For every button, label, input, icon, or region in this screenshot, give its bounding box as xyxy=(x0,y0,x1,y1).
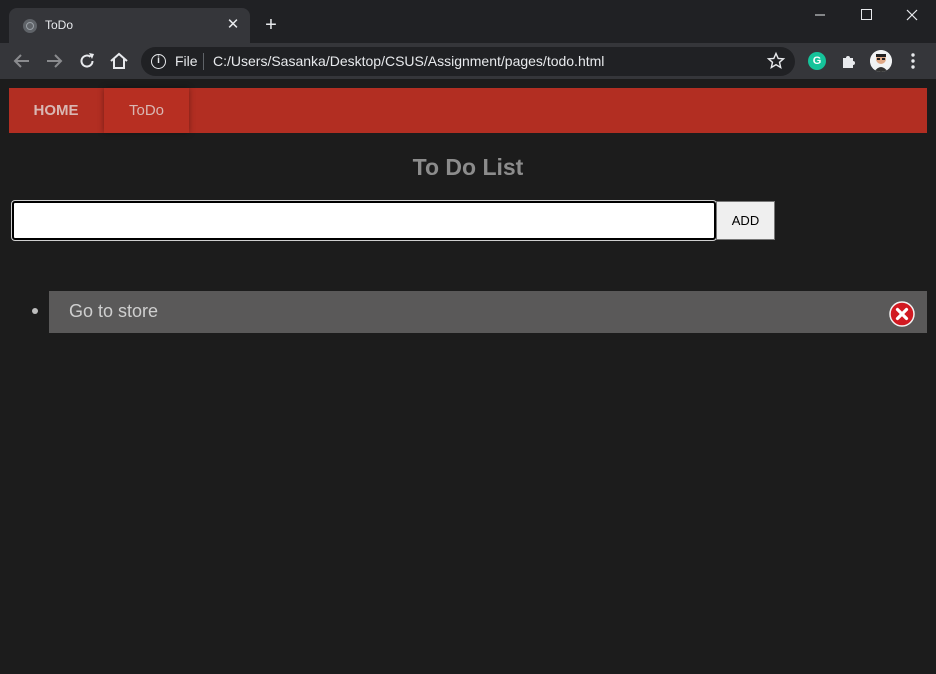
page-content: HOME ToDo To Do List ADD Go to store xyxy=(0,79,936,674)
grammarly-extension-icon[interactable]: G xyxy=(808,52,826,70)
globe-icon xyxy=(23,19,37,33)
todo-item-text: Go to store xyxy=(69,301,159,321)
address-url[interactable]: C:/Users/Sasanka/Desktop/CSUS/Assignment… xyxy=(213,53,604,69)
back-arrow-icon[interactable] xyxy=(12,51,32,71)
list-bullet xyxy=(32,308,38,314)
browser-menu-icon[interactable] xyxy=(904,51,922,71)
profile-avatar[interactable] xyxy=(870,50,892,72)
close-icon xyxy=(906,9,918,21)
maximize-icon xyxy=(861,9,872,20)
site-navbar: HOME ToDo xyxy=(9,88,927,133)
add-button[interactable]: ADD xyxy=(716,201,775,240)
forward-arrow-icon[interactable] xyxy=(44,51,64,71)
page-title: To Do List xyxy=(412,154,524,180)
browser-toolbar: i File C:/Users/Sasanka/Desktop/CSUS/Ass… xyxy=(0,43,936,79)
window-minimize-button[interactable] xyxy=(797,0,843,30)
home-icon[interactable] xyxy=(109,51,129,71)
delete-icon[interactable] xyxy=(889,301,915,327)
todo-input[interactable] xyxy=(12,201,716,240)
window-maximize-button[interactable] xyxy=(843,0,889,30)
window-close-button[interactable] xyxy=(889,0,935,30)
new-tab-button[interactable]: + xyxy=(261,15,281,35)
address-separator xyxy=(203,53,204,70)
nav-home-link[interactable]: HOME xyxy=(9,88,103,133)
tab-title: ToDo xyxy=(45,18,74,32)
browser-tab[interactable]: ToDo ✕ xyxy=(9,8,250,43)
tab-close-icon[interactable]: ✕ xyxy=(224,16,242,34)
minimize-icon xyxy=(815,14,825,16)
info-icon[interactable]: i xyxy=(151,54,166,69)
bookmark-star-icon[interactable] xyxy=(766,51,786,71)
address-scheme-label: File xyxy=(175,53,198,69)
nav-todo-link[interactable]: ToDo xyxy=(104,88,189,133)
browser-titlebar: ToDo ✕ + xyxy=(0,0,936,43)
extensions-puzzle-icon[interactable] xyxy=(840,52,858,70)
address-bar[interactable]: i File C:/Users/Sasanka/Desktop/CSUS/Ass… xyxy=(141,47,795,76)
reload-icon[interactable] xyxy=(77,51,97,71)
list-item: Go to store xyxy=(49,291,927,333)
